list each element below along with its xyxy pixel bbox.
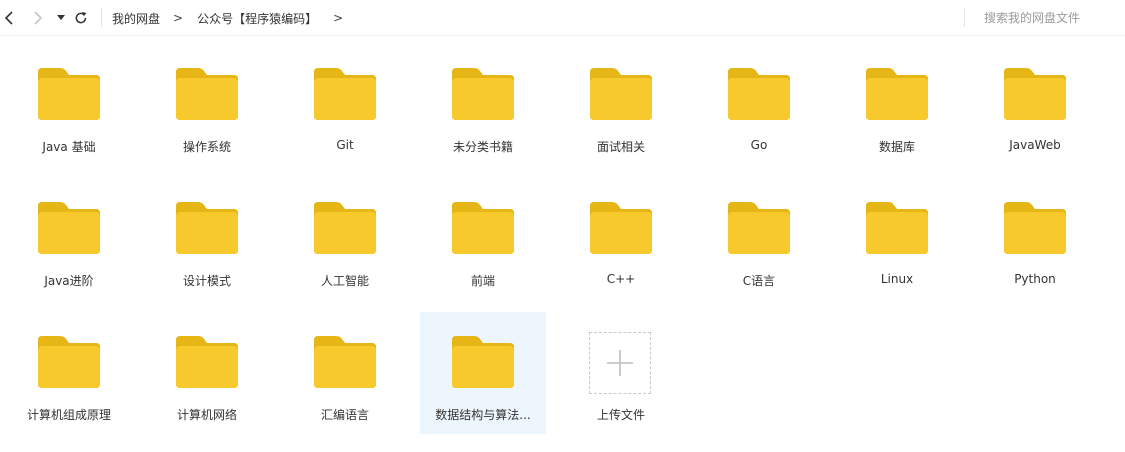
folder-item[interactable]: C语言	[696, 178, 822, 300]
folder-name: 面试相关	[596, 140, 645, 154]
refresh-icon	[75, 11, 87, 24]
folder-name: Linux	[880, 272, 914, 286]
folder-item[interactable]: Python	[972, 178, 1098, 300]
folder-item[interactable]: 计算机组成原理	[6, 312, 132, 434]
upload-label: 上传文件	[596, 408, 645, 422]
breadcrumb-item-home[interactable]: 我的网盘	[112, 10, 160, 27]
folder-name: Java 基础	[42, 140, 96, 154]
folder-item[interactable]: 人工智能	[282, 178, 408, 300]
folder-icon	[590, 202, 652, 254]
history-dropdown-button[interactable]	[56, 7, 66, 29]
folder-item[interactable]: C++	[558, 178, 684, 300]
folder-item[interactable]: Java 基础	[6, 44, 132, 166]
folder-item[interactable]: Git	[282, 44, 408, 166]
folder-name: 数据结构与算法...	[435, 408, 531, 422]
folder-icon	[452, 336, 514, 388]
folder-name: 前端	[470, 274, 495, 288]
folder-item[interactable]: 面试相关	[558, 44, 684, 166]
folder-name: 计算机组成原理	[26, 408, 111, 422]
folder-icon	[176, 68, 238, 120]
folder-name: C++	[606, 272, 636, 286]
folder-icon	[38, 336, 100, 388]
folder-name: 设计模式	[182, 274, 231, 288]
search-input[interactable]: 搜索我的网盘文件	[984, 9, 1080, 26]
caret-down-icon	[57, 15, 65, 20]
folder-item[interactable]: 设计模式	[144, 178, 270, 300]
folder-icon	[176, 336, 238, 388]
folder-icon	[590, 68, 652, 120]
folder-icon	[1004, 68, 1066, 120]
folder-name: Java进阶	[44, 274, 94, 288]
breadcrumb-separator: >	[333, 11, 344, 25]
back-button[interactable]	[2, 7, 16, 29]
refresh-button[interactable]	[73, 7, 89, 29]
folder-name: 操作系统	[182, 140, 231, 154]
search-divider	[964, 8, 965, 27]
folder-item[interactable]: 汇编语言	[282, 312, 408, 434]
folder-name: Python	[1014, 272, 1056, 286]
folder-icon	[38, 68, 100, 120]
chevron-right-icon	[34, 11, 43, 25]
folder-name: 未分类书籍	[452, 140, 513, 154]
forward-button[interactable]	[31, 7, 45, 29]
top-toolbar: 我的网盘 > 公众号【程序猿编码】 > 搜索我的网盘文件	[0, 0, 1125, 36]
folder-name: Go	[750, 138, 768, 152]
folder-icon	[452, 68, 514, 120]
folder-name: JavaWeb	[1009, 138, 1061, 152]
folder-item[interactable]: 操作系统	[144, 44, 270, 166]
upload-file-button[interactable]: 上传文件	[558, 312, 684, 434]
folder-item[interactable]: Java进阶	[6, 178, 132, 300]
folder-item[interactable]: 数据结构与算法...	[420, 312, 546, 434]
folder-icon	[728, 68, 790, 120]
toolbar-divider	[101, 8, 102, 27]
folder-icon	[866, 68, 928, 120]
folder-name: 人工智能	[320, 274, 369, 288]
folder-name: 计算机网络	[176, 408, 237, 422]
folder-item[interactable]: Linux	[834, 178, 960, 300]
folder-item[interactable]: 未分类书籍	[420, 44, 546, 166]
folder-icon	[728, 202, 790, 254]
folder-icon	[866, 202, 928, 254]
breadcrumb: 我的网盘 > 公众号【程序猿编码】 >	[112, 0, 357, 36]
folder-icon	[314, 336, 376, 388]
breadcrumb-item-current[interactable]: 公众号【程序猿编码】	[197, 10, 317, 27]
folder-icon	[38, 202, 100, 254]
folder-name: 数据库	[878, 140, 915, 154]
folder-item[interactable]: 计算机网络	[144, 312, 270, 434]
folder-icon	[314, 202, 376, 254]
folder-item[interactable]: 前端	[420, 178, 546, 300]
upload-dropzone[interactable]	[589, 332, 651, 394]
folder-item[interactable]: Go	[696, 44, 822, 166]
folder-icon	[1004, 202, 1066, 254]
folder-icon	[452, 202, 514, 254]
folder-name: 汇编语言	[320, 408, 369, 422]
folder-name: Git	[336, 138, 354, 152]
breadcrumb-separator: >	[173, 11, 184, 25]
folder-item[interactable]: JavaWeb	[972, 44, 1098, 166]
folder-item[interactable]: 数据库	[834, 44, 960, 166]
folder-name: C语言	[742, 274, 776, 288]
folder-icon	[314, 68, 376, 120]
folder-icon	[176, 202, 238, 254]
chevron-left-icon	[4, 11, 13, 25]
plus-icon	[607, 350, 633, 376]
